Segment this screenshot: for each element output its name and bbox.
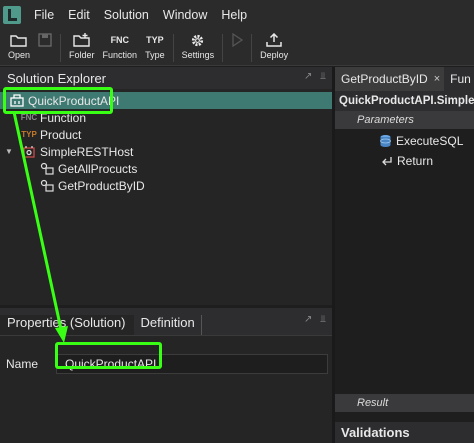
app-logo-icon [3, 6, 21, 24]
tree-item-solution-root[interactable]: QuickProductAPI [0, 92, 332, 109]
flow-step-return[interactable]: Return [335, 151, 474, 171]
menu-help[interactable]: Help [214, 0, 254, 30]
function-icon: FNC [20, 113, 38, 122]
gear-icon [190, 32, 205, 48]
tree-item-label: SimpleRESTHost [40, 144, 134, 159]
pin-icon[interactable]: ⫫ [320, 71, 326, 82]
host-icon [20, 145, 38, 159]
type-icon: TYP [21, 130, 37, 139]
endpoint-icon [38, 179, 56, 192]
property-name-label: Name [6, 357, 39, 371]
new-function-button[interactable]: FNC Function [99, 30, 142, 66]
tree-item-get-product-by-id[interactable]: GetProductByID [0, 177, 332, 194]
parameters-section[interactable]: Parameters [335, 111, 474, 129]
solution-name-input[interactable] [56, 354, 328, 374]
toolbar-separator [251, 34, 253, 62]
deploy-upload-icon [266, 32, 282, 48]
type-icon: TYP [146, 35, 164, 45]
tree-item-simplerest-host[interactable]: ▼ SimpleRESTHost [0, 143, 332, 160]
tree-item-product[interactable]: TYP Product [0, 126, 332, 143]
menu-file[interactable]: File [27, 0, 61, 30]
play-icon [231, 32, 244, 48]
tree-item-label: QuickProductAPI [28, 93, 120, 108]
endpoint-icon [38, 162, 56, 175]
flow-step-label: Return [397, 154, 434, 168]
result-section[interactable]: Result [335, 394, 474, 412]
properties-tab-bar: Properties (Solution) Definition ↗ ⫫ [0, 308, 332, 336]
tree-item-function[interactable]: FNC Function [0, 109, 332, 126]
editor-tab-bar: GetProductByID × Fun [335, 67, 474, 91]
solution-icon [8, 94, 26, 107]
deploy-button[interactable]: Deploy [256, 30, 292, 66]
tab-label: Fun [450, 72, 471, 86]
tab-function[interactable]: Fun [444, 67, 474, 91]
editor-panel: GetProductByID × Fun QuickProductAPI.Sim… [335, 67, 474, 443]
menu-bar: File Edit Solution Window Help [0, 0, 474, 30]
flow-step-label: ExecuteSQL [396, 134, 464, 148]
menu-solution[interactable]: Solution [97, 0, 156, 30]
tab-label: GetProductByID [341, 72, 428, 86]
menu-window[interactable]: Window [156, 0, 214, 30]
solution-explorer-header: Solution Explorer ↗ ⫫ [0, 67, 332, 89]
return-arrow-icon [381, 156, 393, 167]
run-button[interactable] [227, 30, 247, 66]
tab-properties-solution[interactable]: Properties (Solution) [0, 315, 134, 335]
tab-definition[interactable]: Definition [134, 315, 202, 335]
save-button[interactable] [34, 30, 56, 66]
menu-edit[interactable]: Edit [61, 0, 97, 30]
panel-splitter[interactable] [332, 67, 335, 443]
solution-explorer-title: Solution Explorer [7, 70, 106, 86]
expand-chevron-icon[interactable]: ▼ [4, 147, 14, 156]
property-name-row: Name [0, 354, 332, 374]
float-panel-icon[interactable]: ↗ [304, 314, 312, 325]
new-folder-button[interactable]: Folder [65, 30, 99, 66]
editor-path: QuickProductAPI.SimpleRES [335, 91, 474, 111]
open-button[interactable]: Open [4, 30, 34, 66]
function-icon: FNC [110, 35, 130, 45]
tree-item-label: Function [40, 110, 87, 125]
database-icon [379, 134, 392, 148]
toolbar-separator [60, 34, 62, 62]
new-folder-icon [73, 32, 91, 48]
pin-icon[interactable]: ⫫ [320, 314, 326, 325]
tree-item-get-all-products[interactable]: GetAllProcucts [0, 160, 332, 177]
tree-item-label: GetProductByID [58, 178, 145, 193]
save-icon [38, 32, 52, 48]
properties-panel: Properties (Solution) Definition ↗ ⫫ Nam… [0, 308, 332, 443]
tree-item-label: Product [40, 127, 82, 142]
settings-button[interactable]: Settings [178, 30, 219, 66]
float-panel-icon[interactable]: ↗ [304, 71, 312, 82]
toolbar-separator [172, 34, 174, 62]
open-folder-icon [10, 32, 28, 48]
toolbar-separator [222, 34, 224, 62]
flow-step-execute-sql[interactable]: ExecuteSQL [335, 131, 474, 151]
new-type-button[interactable]: TYP Type [141, 30, 169, 66]
solution-explorer-panel: Solution Explorer ↗ ⫫ QuickProductAPI FN… [0, 67, 332, 305]
close-icon[interactable]: × [434, 73, 440, 85]
toolbar: Open Folder FNC Function TYP Type Settin… [0, 30, 474, 66]
tab-get-product-by-id[interactable]: GetProductByID × [335, 67, 445, 91]
tree-item-label: GetAllProcucts [58, 161, 138, 176]
validations-header[interactable]: Validations [335, 422, 474, 443]
